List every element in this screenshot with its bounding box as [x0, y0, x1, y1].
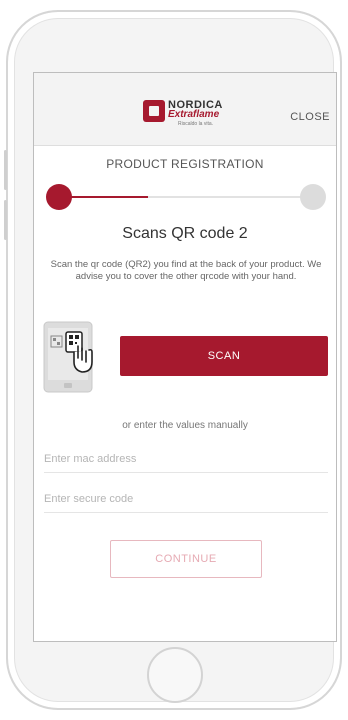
mac-address-input[interactable] — [44, 445, 328, 473]
brand-logo: NORDICA Extraflame Riscaldo la vita. — [143, 99, 233, 130]
manual-entry-hint: or enter the values manually — [122, 420, 248, 431]
phone-qr-scan-hand-icon — [43, 321, 93, 393]
volume-up-button — [4, 150, 7, 190]
step-description: Scan the qr code (QR2) you find at the b… — [50, 259, 322, 282]
continue-button[interactable]: CONTINUE — [110, 540, 262, 578]
scan-button[interactable]: SCAN — [120, 336, 328, 376]
app-header: NORDICA Extraflame Riscaldo la vita. CLO… — [34, 73, 336, 146]
step-title: Scans QR code 2 — [122, 225, 248, 242]
close-button[interactable]: CLOSE — [290, 111, 330, 123]
secure-code-input[interactable] — [44, 485, 328, 513]
logo-mark-icon — [143, 100, 165, 122]
progress-indicator — [46, 184, 326, 210]
volume-down-button — [4, 200, 7, 240]
page-title: PRODUCT REGISTRATION — [106, 157, 264, 171]
progress-step-current — [46, 184, 72, 210]
app-screen: NORDICA Extraflame Riscaldo la vita. CLO… — [33, 72, 337, 642]
home-button[interactable] — [147, 647, 203, 703]
logo-tagline: Riscaldo la vita. — [178, 121, 214, 127]
logo-bottom-text: Extraflame — [168, 109, 220, 120]
progress-step-next — [300, 184, 326, 210]
